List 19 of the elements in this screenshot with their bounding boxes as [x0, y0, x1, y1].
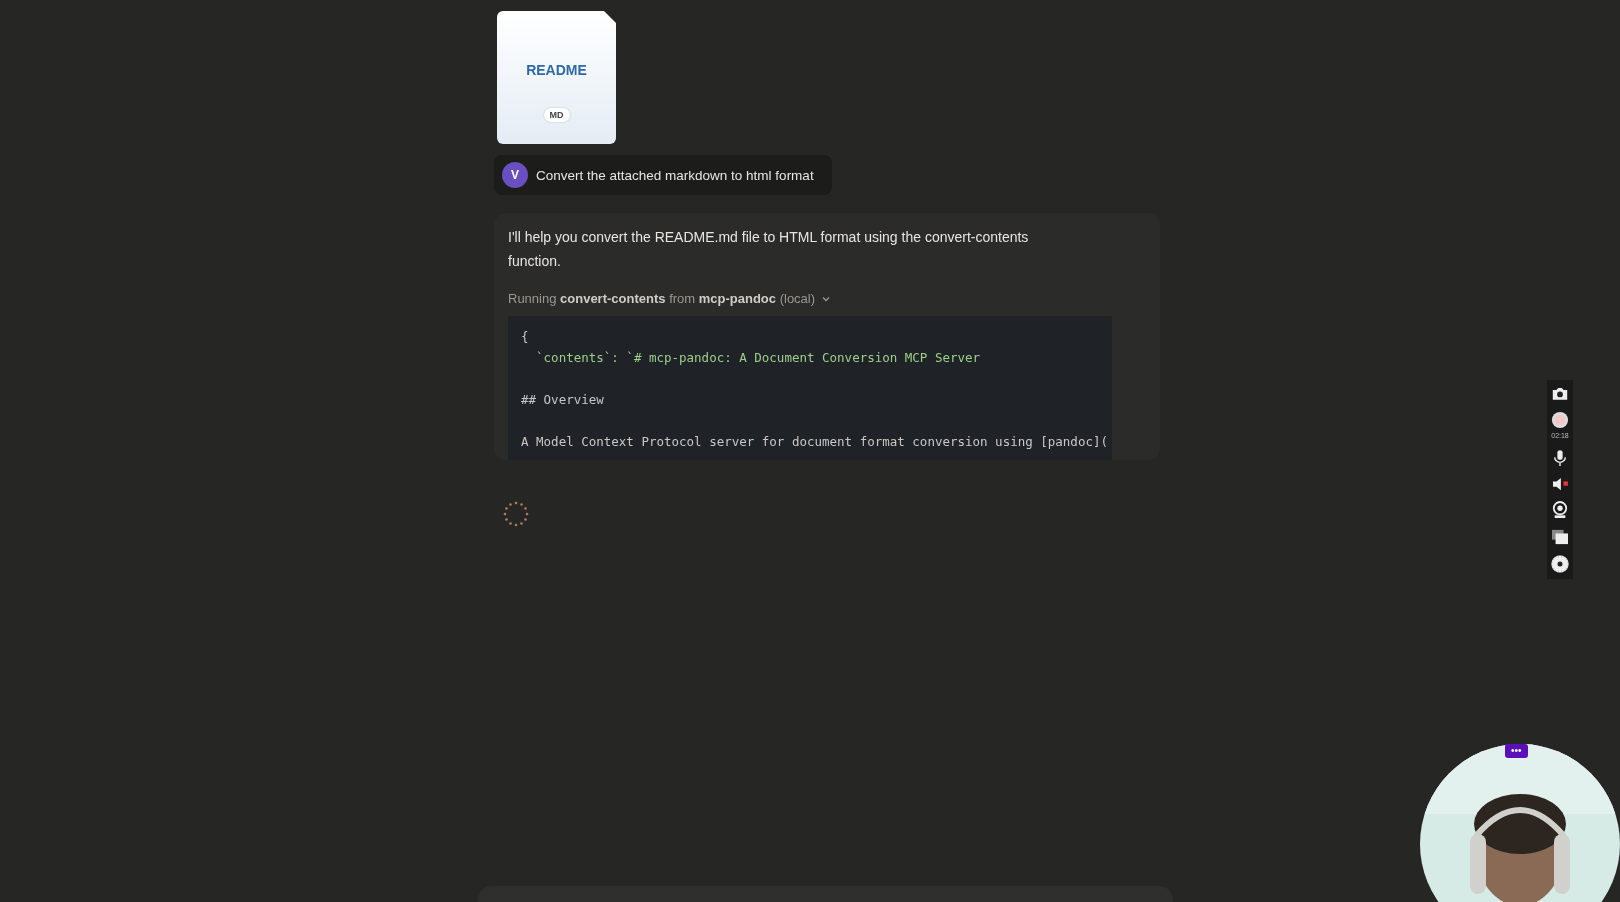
- camera-icon[interactable]: [1551, 386, 1569, 401]
- windows-icon[interactable]: [1551, 529, 1569, 545]
- code-line: ## Overview: [521, 392, 604, 407]
- record-icon[interactable]: [1551, 411, 1569, 429]
- microphone-icon[interactable]: [1553, 449, 1567, 467]
- file-card[interactable]: README MD: [497, 11, 616, 144]
- file-type-badge: MD: [543, 108, 570, 122]
- reply-text: I'll help you convert the README.md file to HTML format using the convert-contents function.: [508, 228, 1030, 271]
- file-name: README: [526, 62, 587, 78]
- webcam-icon[interactable]: [1552, 501, 1568, 519]
- message-text: Convert the attached markdown to html format: [536, 167, 814, 183]
- settings-icon[interactable]: [1551, 555, 1569, 573]
- code-line: `contents`: `# mcp-pandoc: A Document Conversion MCP Server: [535, 350, 981, 365]
- code-line: {: [521, 329, 529, 344]
- speaker-icon[interactable]: [1551, 477, 1569, 491]
- tool-status: Running convert-contents from mcp-pandoc (local): [508, 291, 816, 306]
- menu-button[interactable]: •••: [1505, 744, 1528, 758]
- user-avatar: V: [502, 162, 528, 188]
- code-line: A Model Context Protocol server for document format conversion using [pandoc](: [521, 434, 1108, 449]
